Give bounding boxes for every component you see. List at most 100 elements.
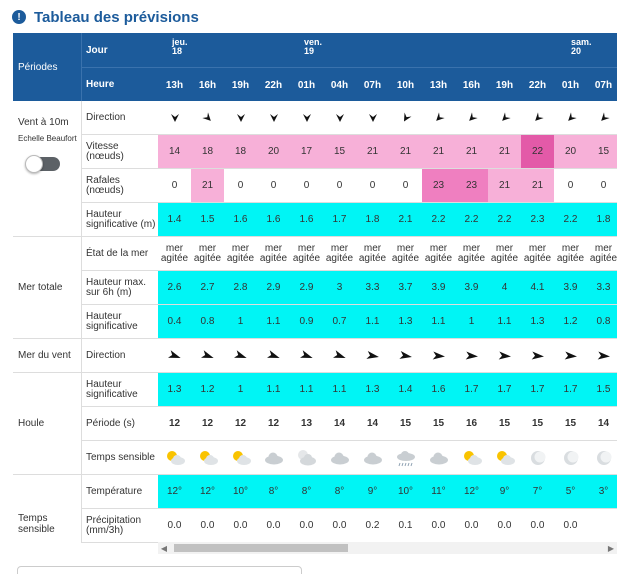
hour-cell: 04h [330,79,349,91]
etat-line1: mer [330,242,349,254]
vitesse-cell: 21 [356,135,389,168]
weather-cell [521,441,554,474]
weather-cell [422,441,455,474]
houle-hauteur-cell: 1.4 [389,373,422,406]
periode-cell: 12 [168,417,181,429]
day-date: 18 [172,46,183,56]
hauteur-sig-cell: 1.8 [587,203,617,236]
toggle-knob[interactable] [25,155,43,173]
hauteur-sig-vent-cell: 0.8 [587,305,617,338]
rafales-cell: 21 [521,169,554,202]
vent-title: Vent à 10m [18,117,69,128]
etat-line2: agitée [523,252,552,264]
temperature-cell: 8° [257,475,290,508]
houle-hauteur-cell: 1.1 [257,373,290,406]
rafales-cell: 23 [455,169,488,202]
wind-direction-cell [158,101,191,134]
periode-cell: 14 [597,417,610,429]
beaufort-toggle[interactable] [25,155,60,173]
etat-line2: agitée [193,252,222,264]
horizontal-scrollbar[interactable]: ◀ ▶ [158,542,617,554]
hauteur-sig-vent-cell: 1.1 [257,305,290,338]
rafales-cell: 0 [237,179,244,191]
wind-arrow-icon [435,111,445,121]
hauteur-sig-cell: 2.2 [554,203,587,236]
rafales-cell: 0 [369,179,376,191]
weather-cell [554,441,587,474]
vitesse-cell: 18 [224,135,257,168]
etat-line1: mer [264,242,283,254]
label-precipitation: Précipitation (mm/3h) [81,509,158,543]
swell-arrow-icon [432,350,445,359]
houle-direction-cell [389,339,422,372]
weather-cell [290,441,323,474]
scroll-thumb[interactable] [174,544,348,552]
swell-arrow-icon [266,349,280,358]
houle-hauteur-cell: 1.7 [521,373,554,406]
hauteur-sig-cell: 1.6 [257,203,290,236]
etat-line2: agitée [325,252,354,264]
hour-cell: 13h [165,79,184,91]
hauteur-max-cell: 3.7 [389,271,422,304]
wind-arrow-icon [236,113,245,122]
wind-arrow-icon [201,111,211,121]
houle-direction-cell [323,339,356,372]
bottom-input-box[interactable] [17,566,302,574]
vitesse-cell: 15 [587,135,617,168]
houle-direction-cell [224,339,257,372]
heure-label: Heure [81,67,158,101]
label-houle-hauteur: Hauteur significative [81,373,158,407]
label-periode: Période (s) [81,407,158,441]
wind-arrow-icon [269,113,278,122]
hour-cell: 13h [429,79,448,91]
houle-direction-cell [422,339,455,372]
hour-row: 13h 16h 19h 22h 01h 04h 07h 10h 13h 16h 19h 22h 01h 0… [158,67,617,101]
wind-arrow-icon [170,113,179,122]
day-sam: sam. 20 [571,33,611,67]
weather-cell [257,441,290,474]
precipitation-cell: 0.0 [233,519,248,531]
day-ven: ven. 19 [304,33,344,67]
etat-line2: agitée [424,252,453,264]
temperature-cell: 5° [554,475,587,508]
hauteur-max-cell: 3.3 [356,271,389,304]
temperature-cell: 9° [356,475,389,508]
houle-hauteur-cell: 1.5 [587,373,617,406]
moon-icon [596,450,611,465]
scroll-left-arrow-icon[interactable]: ◀ [158,542,170,554]
etat-line1: mer [198,242,217,254]
label-etat-mer: État de la mer [81,237,158,271]
etat-line2: agitée [457,252,486,264]
moon-icon [563,450,578,465]
label-temperature: Température [81,475,158,509]
weather-cell [224,441,257,474]
scroll-right-arrow-icon[interactable]: ▶ [605,542,617,554]
label-hauteur-max: Hauteur max. sur 6h (m) [81,271,158,305]
day-date: 20 [571,46,582,56]
houle-hauteur-cell: 1.7 [488,373,521,406]
wind-arrow-icon [368,113,377,122]
period-mer-du-vent: Mer du vent [13,339,81,373]
etat-line1: mer [561,242,580,254]
periode-cell: 15 [531,417,544,429]
vitesse-cell: 21 [389,135,422,168]
row-periode: 12 12 12 12 13 14 14 15 15 16 15 15 15 14 [158,407,617,441]
label-hauteur-sig-vent: Hauteur significative [81,305,158,339]
cloud-icon [429,452,448,464]
wind-direction-cell [290,101,323,134]
wind-direction-cell [191,101,224,134]
hauteur-sig-cell: 2.2 [488,203,521,236]
period-houle: Houle [13,373,81,475]
wind-direction-cell [521,101,554,134]
etat-line2: agitée [292,252,321,264]
wind-direction-cell [455,101,488,134]
hauteur-sig-vent-cell: 1.3 [521,305,554,338]
hauteur-max-cell: 3.9 [554,271,587,304]
houle-hauteur-cell: 1.7 [554,373,587,406]
houle-direction-cell [356,339,389,372]
etat-line2: agitée [490,252,519,264]
period-vent: Vent à 10m Echelle Beaufort [13,101,81,237]
label-vitesse: Vitesse (nœuds) [81,135,158,169]
periode-cell: 15 [564,417,577,429]
etat-mer-cell: mer agitée [257,237,290,270]
